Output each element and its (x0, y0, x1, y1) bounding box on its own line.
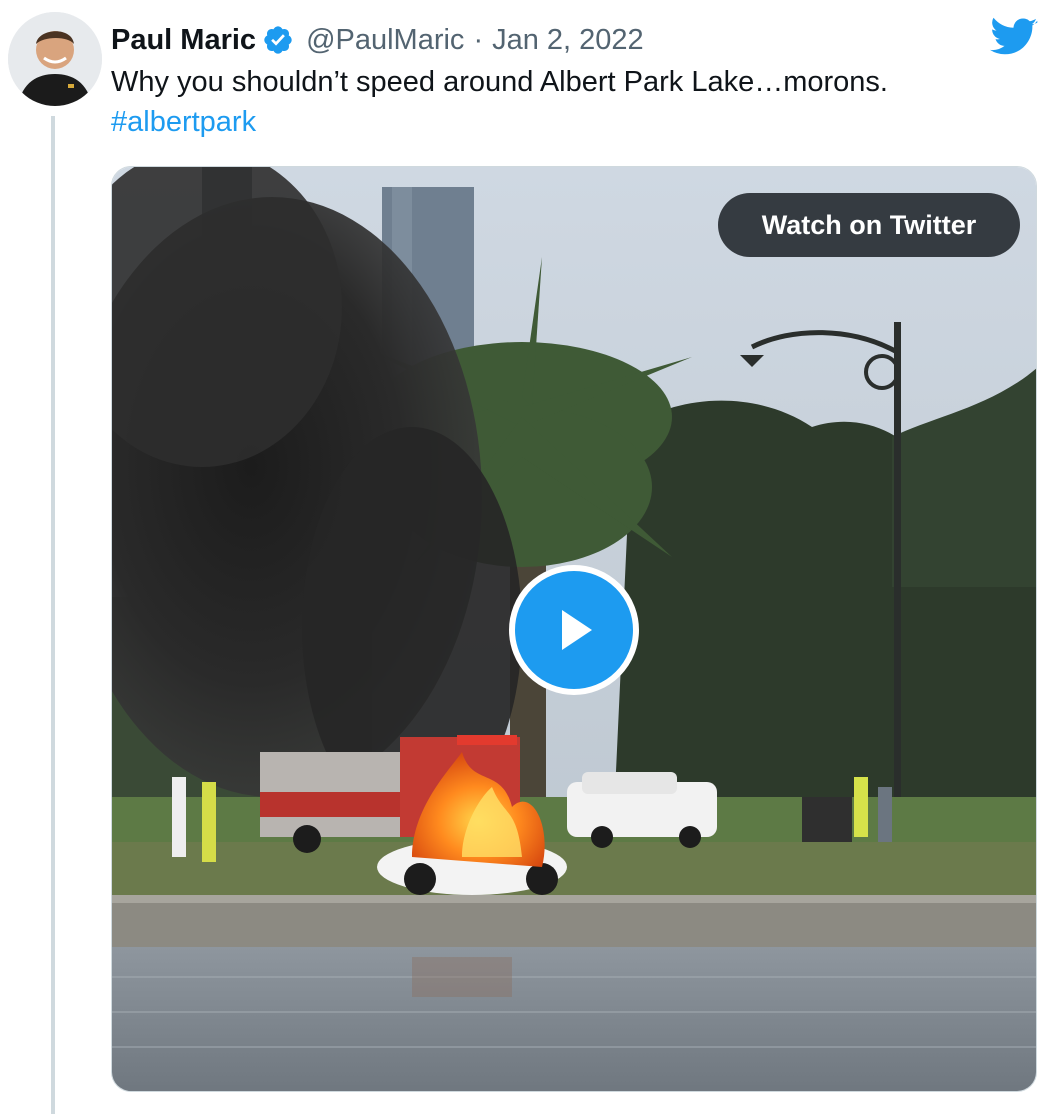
avatar[interactable] (8, 12, 102, 106)
separator-dot: · (473, 23, 484, 56)
play-icon (562, 610, 592, 650)
verified-badge-icon (262, 24, 294, 56)
watch-on-twitter-button[interactable]: Watch on Twitter (718, 193, 1020, 257)
video-thumbnail[interactable]: Watch on Twitter (111, 166, 1037, 1092)
tweet-body: Why you shouldn’t speed around Albert Pa… (111, 66, 888, 98)
twitter-bird-icon[interactable] (990, 15, 1038, 57)
handle[interactable]: @PaulMaric (306, 24, 464, 57)
tweet-text: Why you shouldn’t speed around Albert Pa… (111, 62, 1011, 142)
thread-line (51, 116, 55, 1114)
hashtag-link[interactable]: #albertpark (111, 102, 1011, 142)
play-button[interactable] (509, 565, 639, 695)
tweet-date[interactable]: Jan 2, 2022 (492, 24, 644, 57)
tweet-header: Paul Maric @PaulMaric · Jan 2, 2022 (111, 20, 644, 60)
display-name[interactable]: Paul Maric (111, 24, 256, 57)
